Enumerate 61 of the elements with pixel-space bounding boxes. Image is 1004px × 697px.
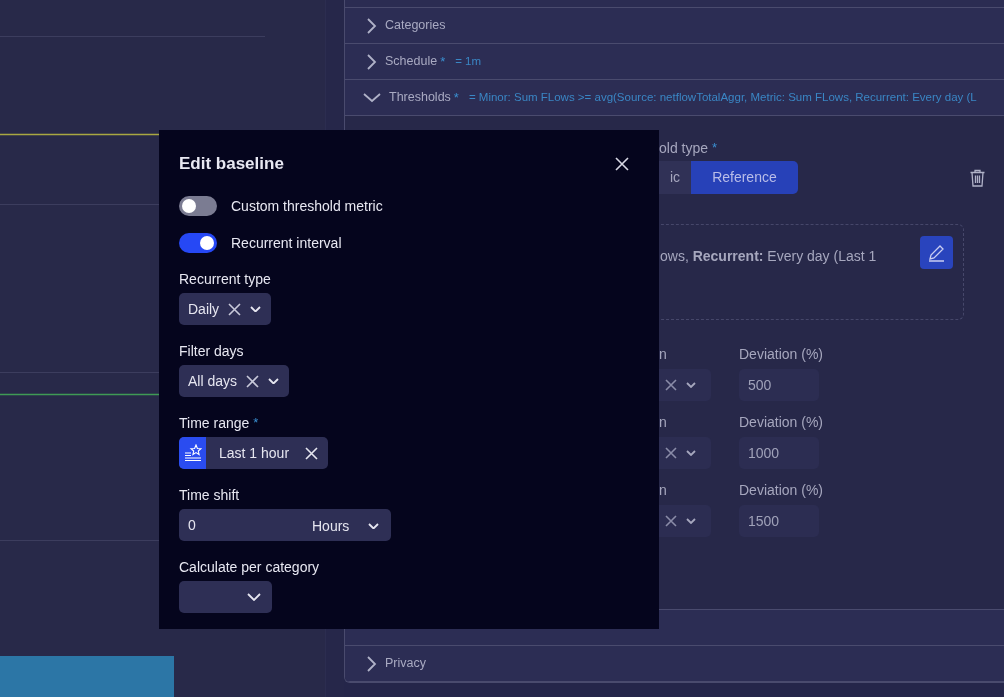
field-label: Time range (179, 414, 250, 433)
deviation-input[interactable]: 1000 (739, 437, 819, 469)
chevron-right-icon (367, 53, 377, 70)
select-field[interactable] (179, 581, 272, 613)
section-header[interactable]: Privacy (345, 646, 1004, 682)
trash-icon[interactable] (969, 168, 986, 187)
section-header[interactable]: Schedule * = 1m (345, 44, 1004, 80)
chevron-right-icon (367, 655, 377, 672)
field-label: n (659, 413, 668, 432)
select-field[interactable] (659, 505, 711, 537)
chevron-right-icon (367, 17, 377, 34)
required-mark: * (440, 52, 446, 71)
close-button[interactable] (615, 156, 631, 172)
deviation-input[interactable]: 1500 (739, 505, 819, 537)
close-icon (615, 157, 629, 171)
field-label: n (659, 481, 668, 500)
chevron-down-icon[interactable] (686, 382, 696, 388)
pencil-icon (927, 243, 946, 262)
calendar-star-icon (183, 444, 202, 462)
number-input[interactable]: 0 (179, 509, 303, 541)
segment-option[interactable]: ic (659, 161, 692, 194)
select-field[interactable] (659, 369, 711, 401)
select-field[interactable] (659, 437, 711, 469)
section-title: Schedule (385, 53, 438, 71)
section-header[interactable]: Thresholds * = Minor: Sum FLows >= avg(Source: netflowTotalAggr, Metric: Sum FLows, Recurrent: Every day (L (345, 80, 1004, 116)
dialog-title: Edit baseline (179, 153, 284, 175)
required-mark: * (453, 88, 459, 107)
section-header[interactable]: Categories (345, 8, 1004, 44)
toggle-switch[interactable] (179, 196, 217, 216)
field-label: Deviation (%) (739, 481, 824, 500)
unit-select[interactable]: Hours (303, 509, 392, 541)
field-label: Deviation (%) (739, 345, 824, 364)
field-label: Time shift (179, 486, 240, 505)
required-mark: * (253, 414, 259, 432)
clear-icon[interactable] (246, 374, 260, 388)
section-summary: = Minor: Sum FLows >= avg(Source: netflowTotalAggr, Metric: Sum FLows, Recurrent: Every day (L (468, 89, 977, 105)
chevron-down-icon (363, 92, 381, 103)
field-label: Deviation (%) (739, 413, 824, 432)
time-range-picker[interactable]: Last 1 hour (179, 437, 329, 469)
edit-button[interactable] (920, 236, 953, 269)
section-title: Privacy (385, 655, 426, 673)
clear-icon[interactable] (228, 302, 242, 316)
select-field[interactable]: Daily (179, 293, 272, 325)
section-summary: = 1m (455, 53, 482, 69)
field-label: Calculate per category (179, 558, 320, 577)
baseline-summary: ows, Recurrent: Every day (Last 1 (660, 247, 877, 266)
required-mark: * (712, 139, 718, 157)
field-label: Recurrent type (179, 270, 271, 289)
chevron-down-icon[interactable] (686, 450, 696, 456)
section-title: Thresholds (389, 89, 451, 107)
toggle-label: Custom threshold metric (231, 197, 383, 216)
select-field[interactable]: All days (179, 365, 290, 397)
toggle-label: Recurrent interval (231, 234, 342, 253)
field-label: Filter days (179, 342, 244, 361)
deviation-input[interactable]: 500 (739, 369, 819, 401)
section-title: Categories (385, 17, 446, 35)
chevron-down-icon[interactable] (686, 518, 696, 524)
segment-option[interactable]: Reference (691, 161, 798, 194)
toggle-switch[interactable] (179, 233, 217, 253)
field-label: old type (659, 139, 709, 158)
field-label: n (659, 345, 668, 364)
